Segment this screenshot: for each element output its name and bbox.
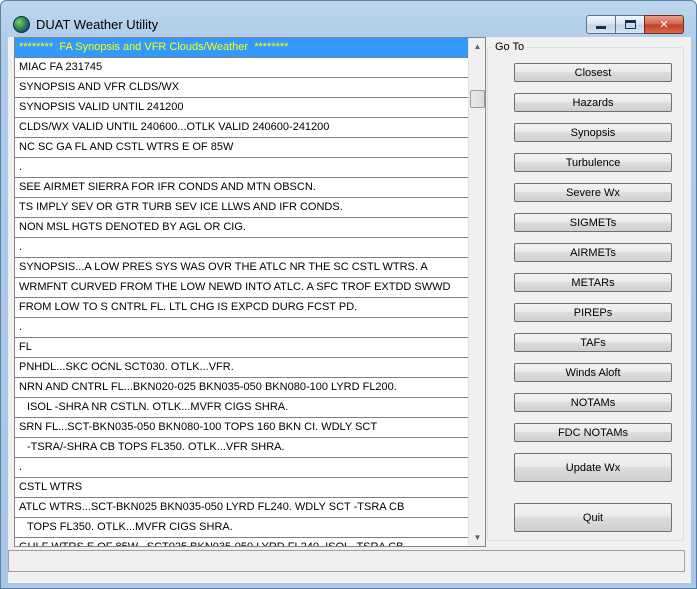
report-list[interactable]: ******** FA Synopsis and VFR Clouds/Weat…	[14, 37, 486, 547]
list-item[interactable]: WRMFNT CURVED FROM THE LOW NEWD INTO ATL…	[15, 278, 468, 298]
scroll-up-arrow-icon[interactable]: ▲	[469, 38, 485, 55]
close-button[interactable]: ✕	[644, 15, 684, 34]
turbulence-button[interactable]: Turbulence	[514, 153, 672, 172]
minimize-button[interactable]	[586, 15, 616, 34]
list-item[interactable]: ISOL -SHRA NR CSTLN. OTLK...MVFR CIGS SH…	[15, 398, 468, 418]
goto-label: Go To	[492, 41, 528, 53]
maximize-icon	[624, 20, 636, 29]
winds-aloft-button[interactable]: Winds Aloft	[514, 363, 672, 382]
globe-icon	[13, 16, 30, 33]
scroll-down-arrow-icon[interactable]: ▼	[469, 529, 485, 546]
list-item[interactable]: MIAC FA 231745	[15, 58, 468, 78]
sigmets-button[interactable]: SIGMETs	[514, 213, 672, 232]
list-item[interactable]: .	[15, 318, 468, 338]
window-title: DUAT Weather Utility	[36, 17, 159, 32]
app-window: DUAT Weather Utility ✕ ******** FA Synop…	[0, 0, 697, 589]
update-wx-button[interactable]: Update Wx	[514, 453, 672, 482]
list-item[interactable]: PNHDL...SKC OCNL SCT030. OTLK...VFR.	[15, 358, 468, 378]
list-item[interactable]: SEE AIRMET SIERRA FOR IFR CONDS AND MTN …	[15, 178, 468, 198]
list-item[interactable]: TOPS FL350. OTLK...MVFR CIGS SHRA.	[15, 518, 468, 538]
title-bar[interactable]: DUAT Weather Utility ✕	[1, 1, 696, 37]
fdc-notams-button[interactable]: FDC NOTAMs	[514, 423, 672, 442]
list-item[interactable]: NC SC GA FL AND CSTL WTRS E OF 85W	[15, 138, 468, 158]
tafs-button[interactable]: TAFs	[514, 333, 672, 352]
closest-button[interactable]: Closest	[514, 63, 672, 82]
report-rows: ******** FA Synopsis and VFR Clouds/Weat…	[15, 38, 468, 546]
list-item[interactable]: SYNOPSIS VALID UNTIL 241200	[15, 98, 468, 118]
hazards-button[interactable]: Hazards	[514, 93, 672, 112]
list-item[interactable]: SYNOPSIS...A LOW PRES SYS WAS OVR THE AT…	[15, 258, 468, 278]
list-item[interactable]: .	[15, 458, 468, 478]
list-item[interactable]: CLDS/WX VALID UNTIL 240600...OTLK VALID …	[15, 118, 468, 138]
list-item[interactable]: ATLC WTRS...SCT-BKN025 BKN035-050 LYRD F…	[15, 498, 468, 518]
metars-button[interactable]: METARs	[514, 273, 672, 292]
list-item[interactable]: SRN FL...SCT-BKN035-050 BKN080-100 TOPS …	[15, 418, 468, 438]
list-item[interactable]: CSTL WTRS	[15, 478, 468, 498]
list-item[interactable]: .	[15, 238, 468, 258]
list-item[interactable]: NRN AND CNTRL FL...BKN020-025 BKN035-050…	[15, 378, 468, 398]
list-item[interactable]: NON MSL HGTS DENOTED BY AGL OR CIG.	[15, 218, 468, 238]
list-item[interactable]: FROM LOW TO S CNTRL FL. LTL CHG IS EXPCD…	[15, 298, 468, 318]
status-bar	[8, 550, 685, 572]
list-item[interactable]: GULF WTRS E OF 85W...SCT025 BKN035-050 L…	[15, 538, 468, 546]
list-item-selected[interactable]: ******** FA Synopsis and VFR Clouds/Weat…	[15, 38, 468, 58]
maximize-button[interactable]	[615, 15, 645, 34]
client-area: ******** FA Synopsis and VFR Clouds/Weat…	[8, 37, 691, 583]
list-item[interactable]: FL	[15, 338, 468, 358]
list-item[interactable]: -TSRA/-SHRA CB TOPS FL350. OTLK...VFR SH…	[15, 438, 468, 458]
list-item[interactable]: .	[15, 158, 468, 178]
airmets-button[interactable]: AIRMETs	[514, 243, 672, 262]
minimize-icon	[596, 26, 606, 29]
scrollbar-thumb[interactable]	[470, 90, 485, 108]
vertical-scrollbar[interactable]: ▲ ▼	[468, 38, 485, 546]
synopsis-button[interactable]: Synopsis	[514, 123, 672, 142]
quit-button[interactable]: Quit	[514, 503, 672, 532]
list-item[interactable]: TS IMPLY SEV OR GTR TURB SEV ICE LLWS AN…	[15, 198, 468, 218]
severe-wx-button[interactable]: Severe Wx	[514, 183, 672, 202]
close-icon: ✕	[659, 19, 669, 31]
list-item[interactable]: SYNOPSIS AND VFR CLDS/WX	[15, 78, 468, 98]
notams-button[interactable]: NOTAMs	[514, 393, 672, 412]
pireps-button[interactable]: PIREPs	[514, 303, 672, 322]
